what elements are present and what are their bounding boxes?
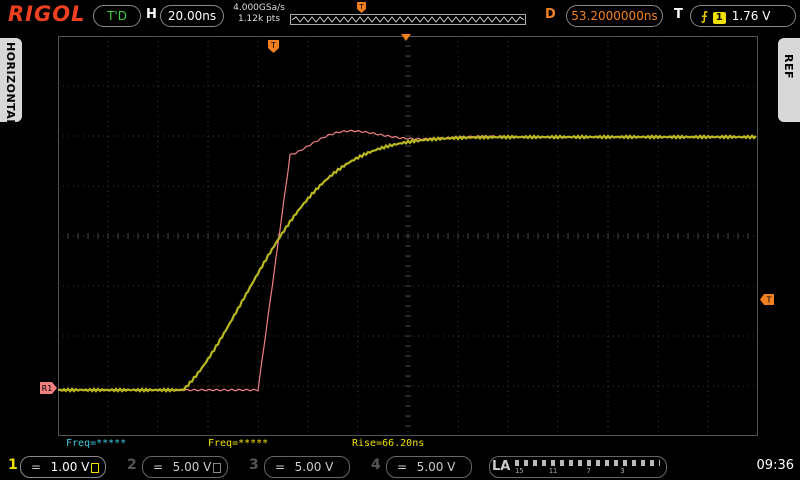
delay-readout[interactable]: 53.2000000ns [566, 5, 663, 27]
waveform-display[interactable] [58, 36, 758, 436]
ch2-settings[interactable]: = 5.00 V [142, 456, 228, 478]
horizontal-label: H [146, 7, 157, 22]
ch2-coupling: = [153, 460, 164, 474]
ref-offset-marker-icon[interactable]: R1 [40, 382, 57, 394]
ch1-settings[interactable]: = 1.00 V [20, 456, 106, 478]
logic-analyzer-settings[interactable]: LA 15 11 7 3 [489, 456, 667, 478]
ch1-coupling: = [31, 460, 42, 474]
sample-rate: 4.000GSa/s [233, 3, 285, 13]
ch2-probe-icon [213, 463, 221, 473]
trigger-level: 1.76 V [731, 9, 771, 23]
measurement-freq-2: Freq=***** [208, 438, 269, 449]
acquisition-info: 4.000GSa/s 1.12k pts [230, 3, 288, 25]
svg-text:R1: R1 [42, 384, 53, 393]
svg-text:T: T [270, 41, 276, 50]
ch1-probe-icon [91, 463, 99, 473]
rising-edge-icon: ⨍ [701, 9, 708, 23]
ch1-waveform [58, 134, 757, 393]
ch4-scale: 5.00 V [416, 460, 456, 474]
horizontal-center-marker-icon [401, 34, 411, 41]
ch1-number: 1 [8, 457, 18, 473]
memory-depth: 1.12k pts [237, 14, 281, 24]
trigger-readout[interactable]: ⨍ 1 1.76 V [690, 5, 796, 27]
trigger-position-marker-icon[interactable]: T [268, 40, 279, 53]
ref-tab[interactable]: REF [778, 38, 800, 122]
timebase-readout[interactable]: 20.00ns [160, 5, 224, 27]
measurement-rise: Rise=66.20ns [352, 438, 425, 449]
ch2-number: 2 [127, 457, 137, 473]
ch4-number: 4 [371, 457, 381, 473]
top-status-bar: RIGOL T'D H 20.00ns 4.000GSa/s 1.12k pts… [0, 0, 800, 30]
ch1-scale: 1.00 V [50, 460, 90, 474]
system-clock: 09:36 [756, 458, 794, 473]
trigger-label: T [674, 7, 683, 22]
la-channel-indicators [515, 460, 660, 466]
rigol-logo: RIGOL [8, 2, 86, 26]
ref-waveform [58, 129, 757, 392]
la-label: LA [492, 459, 511, 474]
trigger-status-badge[interactable]: T'D [93, 5, 141, 27]
measurement-freq-1: Freq=***** [66, 438, 127, 449]
delay-label: D [545, 7, 556, 22]
graticule [58, 36, 758, 436]
ch4-settings[interactable]: = 5.00 V [386, 456, 472, 478]
channel-bar: 1 = 1.00 V 2 = 5.00 V 3 = 5.00 V 4 = 5.0… [0, 452, 800, 480]
trigger-source-badge: 1 [712, 12, 726, 24]
ch3-scale: 5.00 V [294, 460, 334, 474]
svg-text:T: T [766, 296, 772, 305]
ch3-settings[interactable]: = 5.00 V [264, 456, 350, 478]
memory-overview-bar[interactable] [290, 12, 526, 26]
svg-text:T: T [358, 3, 364, 11]
ch3-coupling: = [275, 460, 286, 474]
la-channel-ticks: 15 11 7 3 [515, 467, 625, 475]
trigger-level-marker-icon[interactable]: T [760, 294, 774, 305]
ch4-coupling: = [397, 460, 408, 474]
ch2-scale: 5.00 V [172, 460, 212, 474]
horizontal-tab[interactable]: HORIZONTAL [0, 38, 22, 127]
horizontal-tab-label: HORIZONTAL [4, 42, 17, 127]
memory-trigger-marker-icon: T [357, 2, 366, 13]
ref-tab-label: REF [782, 54, 795, 79]
ch3-number: 3 [249, 457, 259, 473]
